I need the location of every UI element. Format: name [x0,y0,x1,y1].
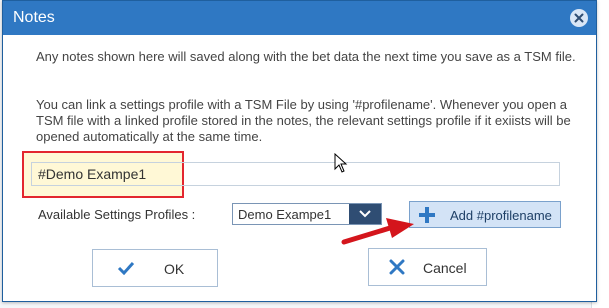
close-icon[interactable] [570,9,588,27]
dialog-title: Notes [13,9,55,26]
available-profiles-label: Available Settings Profiles : [38,207,196,222]
notes-intro-text: Any notes shown here will saved along wi… [36,49,576,64]
ok-button[interactable]: OK [92,249,218,287]
ok-label: OK [164,261,185,277]
mouse-cursor-icon [334,153,348,173]
cancel-label: Cancel [423,260,467,276]
profile-link-help-text: You can link a settings profile with a T… [36,97,571,144]
x-icon [389,259,405,275]
add-profilename-button[interactable]: Add #profilename [409,201,561,228]
add-profilename-label: Add #profilename [450,208,552,223]
check-icon [117,261,135,275]
annotation-arrow [341,218,414,245]
dialog-titlebar: Notes [3,1,596,35]
notes-input[interactable] [31,162,560,186]
plus-icon [419,207,435,223]
profile-select-value: Demo Exampe1 [238,207,332,222]
cancel-button[interactable]: Cancel [368,248,487,286]
